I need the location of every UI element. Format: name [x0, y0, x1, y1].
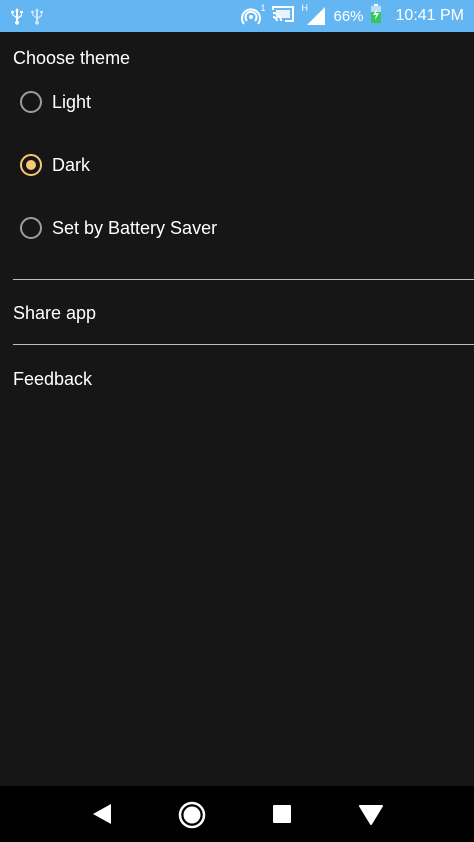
- back-icon[interactable]: [89, 800, 117, 828]
- theme-option-light[interactable]: Light: [20, 87, 91, 117]
- signal-type-label: H: [301, 3, 308, 13]
- hotspot-icon: 1: [241, 3, 266, 26]
- radio-button-battery-saver[interactable]: [20, 217, 42, 239]
- theme-option-battery-saver[interactable]: Set by Battery Saver: [20, 213, 217, 243]
- radio-button-dark[interactable]: [20, 154, 42, 176]
- feedback-item[interactable]: Feedback: [13, 369, 92, 390]
- theme-option-label: Set by Battery Saver: [52, 217, 218, 238]
- recents-icon[interactable]: [268, 800, 296, 828]
- radio-button-light[interactable]: [20, 91, 42, 113]
- battery-charging-icon: [370, 4, 382, 28]
- home-icon[interactable]: [178, 801, 206, 829]
- assistant-icon[interactable]: [357, 800, 385, 828]
- settings-content: Choose theme Light Dark Set by Battery S…: [0, 32, 474, 786]
- settings-screen: 1 H 66% 10:41 PM Choose theme Light Dark…: [0, 0, 474, 842]
- theme-option-label: Light: [52, 91, 92, 112]
- battery-percent: 66%: [333, 7, 364, 25]
- status-bar: 1 H 66% 10:41 PM: [0, 0, 474, 32]
- share-app-item[interactable]: Share app: [13, 303, 96, 324]
- cast-icon: [271, 4, 295, 28]
- usb-icon: [10, 7, 24, 30]
- hotspot-badge: 1: [260, 3, 266, 13]
- theme-option-label: Dark: [52, 154, 91, 175]
- clock: 10:41 PM: [395, 7, 464, 24]
- usb-debug-icon: [30, 7, 44, 30]
- choose-theme-title: Choose theme: [13, 48, 131, 68]
- divider: [13, 279, 474, 280]
- navigation-bar: [0, 786, 474, 842]
- signal-icon: H: [301, 3, 327, 26]
- divider: [13, 344, 474, 345]
- theme-option-dark[interactable]: Dark: [20, 150, 90, 180]
